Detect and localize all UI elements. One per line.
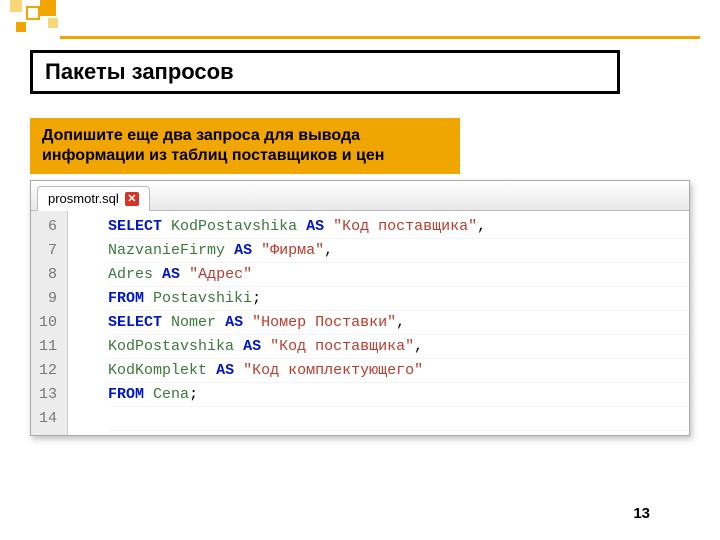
sql-editor: prosmotr.sql ✕ 67891011121314 SELECT Kod… (30, 180, 690, 436)
file-tab[interactable]: prosmotr.sql ✕ (37, 186, 150, 211)
code-line: KodPostavshika AS "Код поставщика", (108, 335, 689, 359)
code-area: 67891011121314 SELECT KodPostavshika AS … (31, 211, 689, 435)
line-number: 14 (39, 407, 57, 431)
task-instruction: Допишите еще два запроса для вывода инфо… (30, 118, 460, 174)
line-number: 13 (39, 383, 57, 407)
slide-title: Пакеты запросов (30, 50, 620, 94)
code-line: KodKomplekt AS "Код комплектующего" (108, 359, 689, 383)
code-line: FROM Cena; (108, 383, 689, 407)
code-content[interactable]: SELECT KodPostavshika AS "Код поставщика… (68, 211, 689, 435)
close-icon[interactable]: ✕ (125, 192, 139, 206)
code-line: SELECT KodPostavshika AS "Код поставщика… (108, 215, 689, 239)
line-number: 10 (39, 311, 57, 335)
code-line: NazvanieFirmy AS "Фирма", (108, 239, 689, 263)
code-line: Adres AS "Адрес" (108, 263, 689, 287)
line-number: 6 (39, 215, 57, 239)
line-number: 8 (39, 263, 57, 287)
line-number: 11 (39, 335, 57, 359)
tab-filename: prosmotr.sql (48, 191, 119, 206)
code-line: SELECT Nomer AS "Номер Поставки", (108, 311, 689, 335)
code-line: FROM Postavshiki; (108, 287, 689, 311)
line-gutter: 67891011121314 (31, 211, 68, 435)
line-number: 12 (39, 359, 57, 383)
line-number: 7 (39, 239, 57, 263)
editor-tabbar: prosmotr.sql ✕ (31, 181, 689, 211)
slide-decoration (0, 0, 720, 40)
line-number: 9 (39, 287, 57, 311)
page-number: 13 (633, 505, 650, 522)
code-line (108, 407, 689, 431)
